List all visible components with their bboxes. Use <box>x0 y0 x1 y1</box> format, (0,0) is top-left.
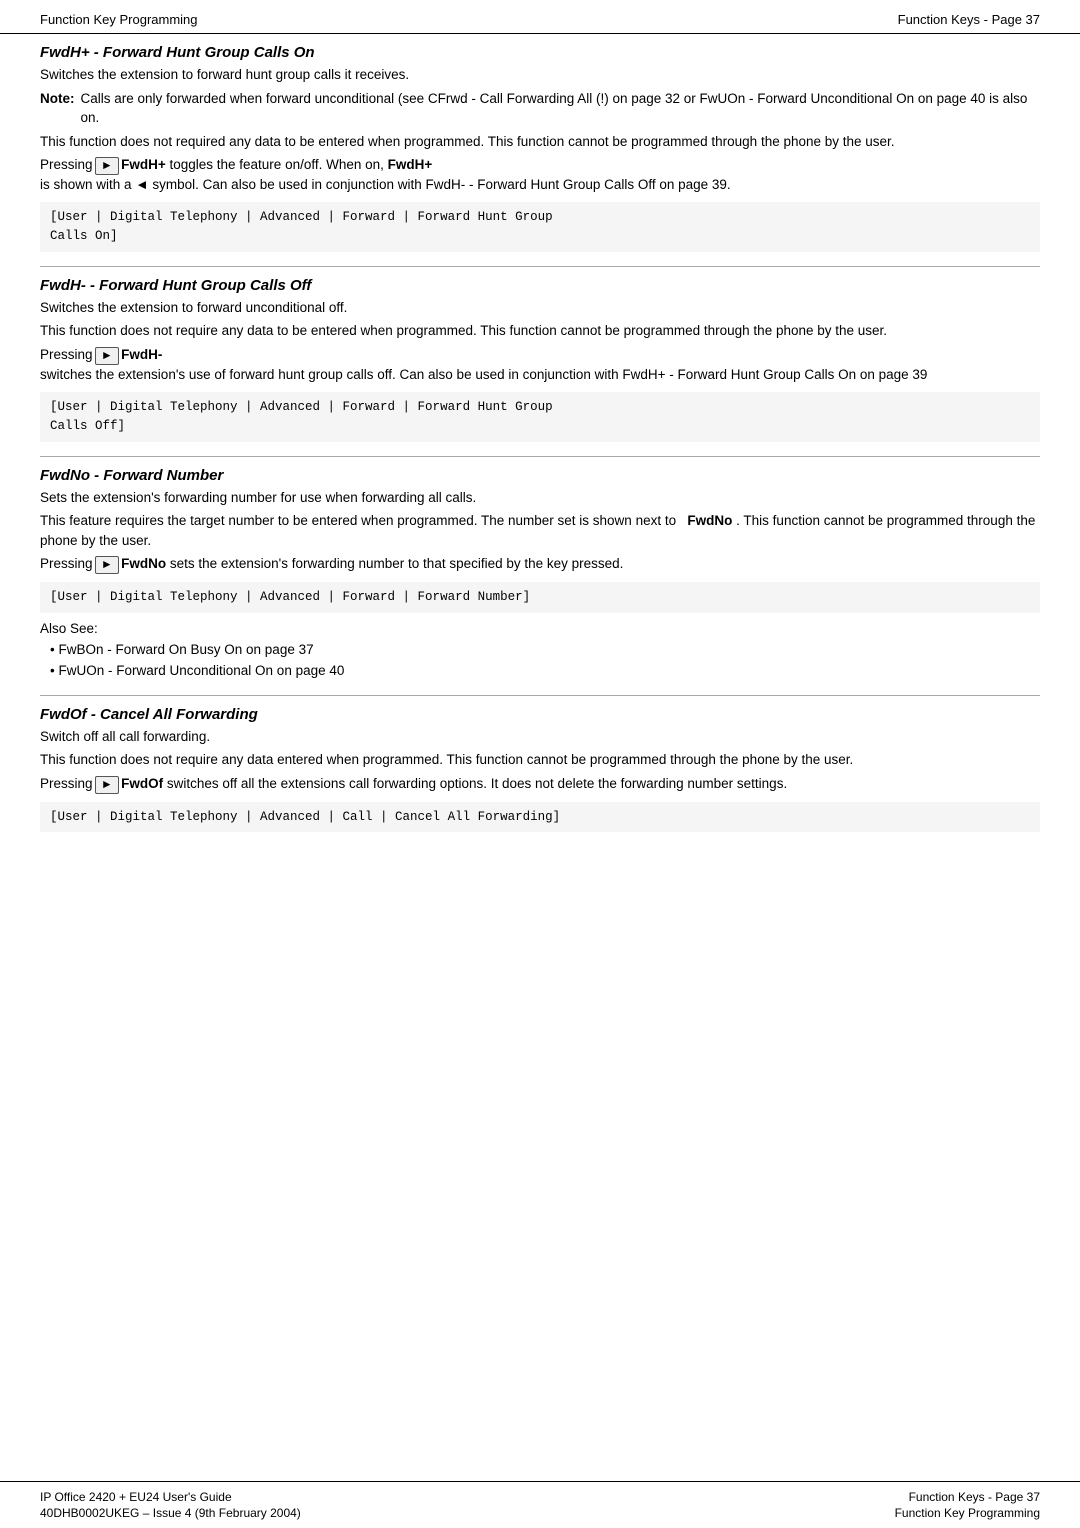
section-title-fwdh-minus: FwdH- - Forward Hunt Group Calls Off <box>40 277 1040 294</box>
also-see-label: Also See: <box>40 621 1040 636</box>
page-content: FwdH+ - Forward Hunt Group Calls On Swit… <box>0 34 1080 918</box>
pressing-fwdof: Pressing ► FwdOf switches off all the ex… <box>40 774 1040 794</box>
pressing-label-3: Pressing <box>40 554 93 574</box>
note-fwdh-plus: Note: Calls are only forwarded when forw… <box>40 89 1040 128</box>
header-left: Function Key Programming <box>40 12 198 27</box>
footer-left-line2: 40DHB0002UKEG – Issue 4 (9th February 20… <box>40 1506 301 1520</box>
section-fwdh-minus: FwdH- - Forward Hunt Group Calls Off Swi… <box>40 277 1040 442</box>
footer-right: Function Keys - Page 37 Function Key Pro… <box>895 1490 1040 1520</box>
footer-right-line1: Function Keys - Page 37 <box>895 1490 1040 1504</box>
code-fwdh-minus: [User | Digital Telephony | Advanced | F… <box>40 392 1040 442</box>
page-footer: IP Office 2420 + EU24 User's Guide 40DHB… <box>0 1481 1080 1528</box>
key-fwdno: FwdNo <box>121 554 166 574</box>
bullet-1: FwBOn - Forward On Busy On on page 37 <box>50 640 1040 660</box>
body-fwdh-plus-2: This function does not required any data… <box>40 132 1040 152</box>
key-icon-fwdof: ► <box>95 776 120 794</box>
pressing-label-4: Pressing <box>40 774 93 794</box>
pressing-suffix-5: switches off all the extensions call for… <box>167 774 787 794</box>
body-fwdno-2: This feature requires the target number … <box>40 511 1040 550</box>
divider-1 <box>40 266 1040 267</box>
body-fwdno-1: Sets the extension's forwarding number f… <box>40 488 1040 508</box>
key-fwdh-minus: FwdH- <box>121 345 162 365</box>
body-fwdno-key: FwdNo <box>687 513 732 528</box>
pressing-suffix-2: is shown with a ◄ symbol. Can also be us… <box>40 175 731 195</box>
note-text: Calls are only forwarded when forward un… <box>81 89 1041 128</box>
page-header: Function Key Programming Function Keys -… <box>0 0 1080 34</box>
section-title-fwdh-plus: FwdH+ - Forward Hunt Group Calls On <box>40 44 1040 61</box>
section-title-fwdno: FwdNo - Forward Number <box>40 467 1040 484</box>
body-fwdh-plus-1: Switches the extension to forward hunt g… <box>40 65 1040 85</box>
code-fwdno: [User | Digital Telephony | Advanced | F… <box>40 582 1040 613</box>
bullet-2: FwUOn - Forward Unconditional On on page… <box>50 661 1040 681</box>
pressing-fwdno: Pressing ► FwdNo sets the extension's fo… <box>40 554 1040 574</box>
pressing-fwdh-plus: Pressing ► FwdH+ toggles the feature on/… <box>40 155 1040 194</box>
header-right: Function Keys - Page 37 <box>898 12 1040 27</box>
body-fwdno-2a: This feature requires the target number … <box>40 513 676 528</box>
page: Function Key Programming Function Keys -… <box>0 0 1080 1528</box>
divider-2 <box>40 456 1040 457</box>
key-icon-fwdno: ► <box>95 556 120 574</box>
body-fwdof-2: This function does not require any data … <box>40 750 1040 770</box>
key-fwdof: FwdOf <box>121 774 163 794</box>
key-icon-fwdh-plus: ► <box>95 157 120 175</box>
divider-3 <box>40 695 1040 696</box>
key-fwdh-plus-2: FwdH+ <box>388 155 433 175</box>
key-fwdh-plus: FwdH+ <box>121 155 166 175</box>
code-fwdof: [User | Digital Telephony | Advanced | C… <box>40 802 1040 833</box>
section-fwdof: FwdOf - Cancel All Forwarding Switch off… <box>40 706 1040 832</box>
pressing-label-1: Pressing <box>40 155 93 175</box>
note-label: Note: <box>40 89 75 128</box>
pressing-suffix-4: sets the extension's forwarding number t… <box>170 554 624 574</box>
pressing-fwdh-minus: Pressing ► FwdH- switches the extension'… <box>40 345 1040 384</box>
body-fwdh-minus-1: Switches the extension to forward uncond… <box>40 298 1040 318</box>
body-fwdof-1: Switch off all call forwarding. <box>40 727 1040 747</box>
section-fwdno: FwdNo - Forward Number Sets the extensio… <box>40 467 1040 681</box>
pressing-label-2: Pressing <box>40 345 93 365</box>
code-fwdh-plus: [User | Digital Telephony | Advanced | F… <box>40 202 1040 252</box>
fwdno-bullets: FwBOn - Forward On Busy On on page 37 Fw… <box>50 640 1040 681</box>
body-fwdh-minus-2: This function does not require any data … <box>40 321 1040 341</box>
section-fwdh-plus: FwdH+ - Forward Hunt Group Calls On Swit… <box>40 44 1040 252</box>
footer-right-line2: Function Key Programming <box>895 1506 1040 1520</box>
key-icon-fwdh-minus: ► <box>95 347 120 365</box>
footer-left-line1: IP Office 2420 + EU24 User's Guide <box>40 1490 301 1504</box>
footer-left: IP Office 2420 + EU24 User's Guide 40DHB… <box>40 1490 301 1520</box>
pressing-suffix-3: switches the extension's use of forward … <box>40 365 927 385</box>
pressing-suffix-1: toggles the feature on/off. When on, <box>169 155 383 175</box>
section-title-fwdof: FwdOf - Cancel All Forwarding <box>40 706 1040 723</box>
